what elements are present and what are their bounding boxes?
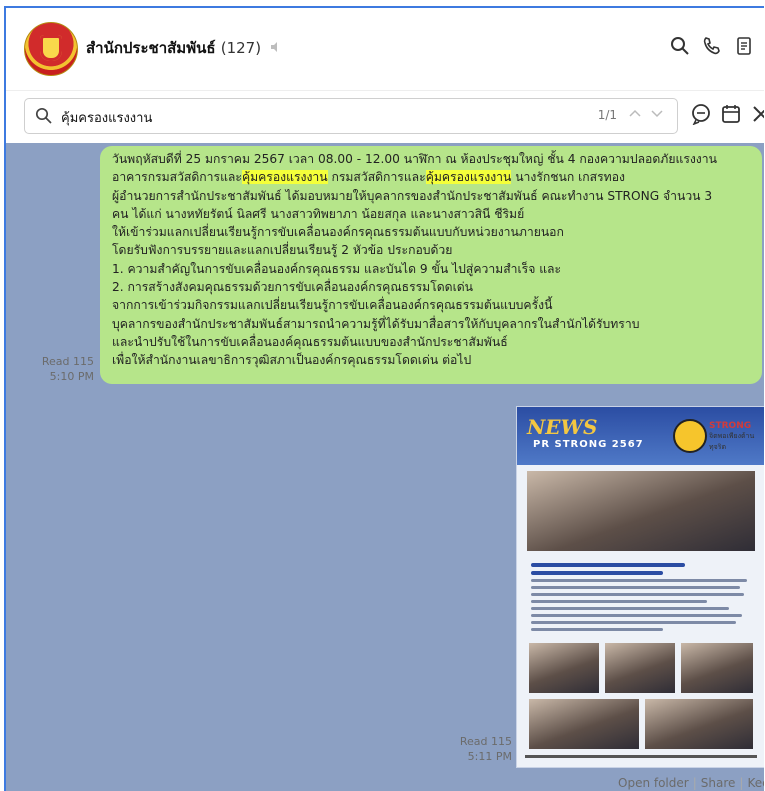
- chat-bubble-icon[interactable]: [690, 103, 714, 127]
- search-nav-arrows[interactable]: [627, 107, 667, 122]
- poster-body-text: [531, 559, 751, 635]
- poster-logo-caption: จิตพอเพียงต้านทุจริต: [709, 432, 755, 451]
- group-avatar[interactable]: [24, 22, 78, 76]
- poster-logo: STRONG จิตพอเพียงต้านทุจริต: [709, 421, 764, 453]
- share-link[interactable]: Share: [701, 776, 736, 790]
- meeting-photo: [681, 643, 753, 693]
- poster-logo-text: STRONG: [709, 421, 752, 431]
- message-line: 1. ความสำคัญในการขับเคลื่อนองค์กรคุณธรรม…: [112, 261, 562, 276]
- chat-name: สำนักประชาสัมพันธ์: [86, 39, 216, 57]
- chat-window: สำนักประชาสัมพันธ์ (127) คุ้มครองแรงงาน …: [4, 6, 764, 791]
- search-result-count: 1/1: [597, 108, 617, 122]
- message-read-status: Read 115 5:10 PM: [28, 354, 94, 384]
- message-line: โดยรับฟังการบรรยายและแลกเปลี่ยนเรียนรู้ …: [112, 243, 453, 258]
- message-search-input[interactable]: คุ้มครองแรงงาน 1/1: [24, 98, 678, 134]
- poster-header: NEWS PR STRONG 2567 STRONG จิตพอเพียงต้า…: [517, 407, 764, 465]
- read-count: Read 115: [459, 735, 512, 748]
- message-line: คน ได้แก่ นางหทัยรัตน์ นิลศรี นางสาวทิพย…: [112, 206, 525, 221]
- text-span: นางรักชนก เกสรทอง: [511, 170, 625, 185]
- search-highlight: คุ้มครองแรงงาน: [425, 170, 512, 185]
- keep-link[interactable]: Keep: [747, 776, 764, 790]
- message-line: จากการเข้าร่วมกิจกรรมแลกเปลี่ยนเรียนรู้ก…: [112, 298, 553, 313]
- message-line: 2. การสร้างสังคมคุณธรรมด้วยการขับเคลื่อน…: [112, 280, 473, 295]
- meeting-photo: [645, 699, 753, 749]
- message-line: บุคลากรของสำนักประชาสัมพันธ์สามารถนำความ…: [112, 316, 640, 331]
- message-line: อาคารกรมสวัสดิการและคุ้มครองแรงงาน กรมสว…: [112, 168, 760, 186]
- mute-icon: [270, 41, 282, 57]
- calendar-icon[interactable]: [720, 103, 744, 127]
- message-time: 5:11 PM: [467, 750, 512, 763]
- message-line: วันพฤหัสบดีที่ 25 มกราคม 2567 เวลา 08.00…: [112, 152, 717, 166]
- message-line: ให้เข้าร่วมแลกเปลี่ยนเรียนรู้การขับเคลื่…: [112, 225, 564, 240]
- message-search-bar: คุ้มครองแรงงาน 1/1: [6, 90, 764, 143]
- message-text: วันพฤหัสบดีที่ 25 มกราคม 2567 เวลา 08.00…: [112, 150, 760, 370]
- search-highlight: คุ้มครองแรงงาน: [241, 170, 328, 185]
- message-time: 5:10 PM: [49, 370, 94, 383]
- image-message[interactable]: NEWS PR STRONG 2567 STRONG จิตพอเพียงต้า…: [516, 406, 764, 768]
- search-icon[interactable]: [670, 36, 692, 58]
- text-span: กรมสวัสดิการและ: [327, 170, 426, 185]
- image-actions: Open folder|Share|Keep: [618, 776, 764, 790]
- message-line: เพื่อให้สำนักงานเลขาธิการวุฒิสภาเป็นองค์…: [112, 353, 472, 368]
- image-read-status: Read 115 5:11 PM: [444, 734, 512, 764]
- notes-icon[interactable]: [734, 36, 756, 58]
- message-line: และนำปรับใช้ในการขับเคลื่อนองค์คุณธรรมต้…: [112, 334, 508, 349]
- message-line: ผู้อำนวยการสำนักประชาสัมพันธ์ ได้มอบหมาย…: [112, 188, 713, 203]
- read-count: Read 115: [41, 355, 94, 368]
- strong-badge-icon: [673, 419, 707, 453]
- chat-header: สำนักประชาสัมพันธ์ (127): [6, 8, 764, 90]
- poster-title: NEWS: [527, 415, 598, 439]
- search-icon: [35, 107, 53, 125]
- text-span: อาคารกรมสวัสดิการและ: [112, 170, 242, 185]
- member-count: (127): [220, 39, 262, 57]
- meeting-photo: [529, 699, 639, 749]
- open-folder-link[interactable]: Open folder: [618, 776, 689, 790]
- poster-footer: [525, 755, 757, 758]
- chat-title[interactable]: สำนักประชาสัมพันธ์ (127): [86, 36, 282, 60]
- phone-icon[interactable]: [702, 36, 724, 58]
- meeting-photo: [605, 643, 675, 693]
- close-icon[interactable]: [750, 103, 764, 127]
- group-photo: [527, 471, 755, 551]
- search-query: คุ้มครองแรงงาน: [61, 111, 153, 126]
- meeting-photo: [529, 643, 599, 693]
- poster-subtitle: PR STRONG 2567: [533, 439, 644, 450]
